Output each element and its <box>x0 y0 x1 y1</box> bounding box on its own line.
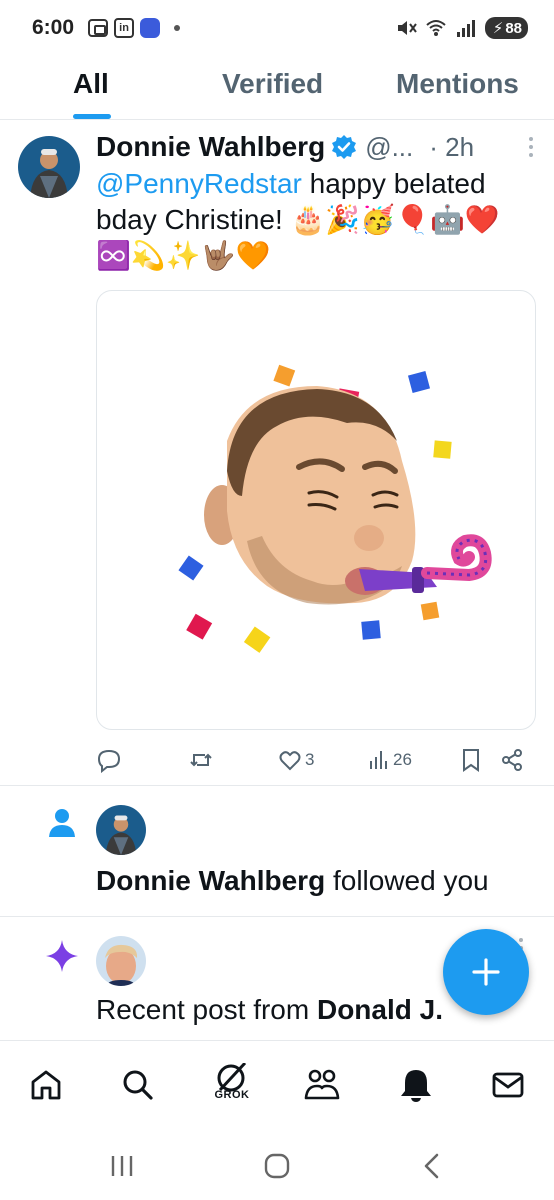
tab-verified[interactable]: Verified <box>222 68 323 100</box>
nav-messages[interactable] <box>486 1063 530 1107</box>
recent-post-prefix: Recent post from <box>96 994 317 1025</box>
plus-icon <box>472 958 500 986</box>
views-icon <box>370 751 387 769</box>
tweet-header: Donnie Wahlberg @... · 2h <box>96 130 536 164</box>
follow-text: Donnie Wahlberg followed you <box>96 865 489 897</box>
notifications-icon <box>401 1070 431 1102</box>
bookmark-button[interactable] <box>460 742 482 778</box>
compose-post-button[interactable] <box>443 929 529 1015</box>
mention-tweet[interactable]: Donnie Wahlberg @... · 2h @PennyRedstar … <box>0 120 554 786</box>
battery-indicator: ⚡ 88 <box>484 17 528 39</box>
tab-all[interactable]: All <box>73 68 109 100</box>
more-options-icon[interactable] <box>526 135 536 159</box>
views-button[interactable]: 26 <box>368 742 412 778</box>
status-time: 6:00 <box>32 16 75 39</box>
reply-icon <box>97 749 121 773</box>
bookmark-icon <box>463 749 479 772</box>
app-notification-icon <box>140 18 161 38</box>
avatar[interactable] <box>96 805 146 855</box>
active-tab-indicator <box>73 114 111 119</box>
retweet-button[interactable] <box>188 742 217 778</box>
avatar[interactable] <box>96 936 146 986</box>
battery-level: 88 <box>505 19 522 37</box>
author-handle: @... <box>365 131 414 162</box>
nav-communities[interactable] <box>300 1063 344 1107</box>
grok-label: GROK <box>214 1089 250 1101</box>
follower-name[interactable]: Donnie Wahlberg <box>96 865 325 896</box>
home-icon <box>31 1070 61 1100</box>
search-icon <box>123 1070 153 1100</box>
follow-notification[interactable]: Donnie Wahlberg followed you <box>0 787 554 917</box>
back-chevron-icon <box>424 1153 439 1179</box>
heart-icon <box>279 751 301 771</box>
back-button[interactable] <box>414 1148 450 1184</box>
recent-apps-icon <box>111 1156 133 1176</box>
author-name[interactable]: Donnie Wahlberg <box>96 131 325 163</box>
tweet-media[interactable] <box>96 290 536 730</box>
mute-icon <box>397 21 417 35</box>
linkedin-icon: in <box>114 18 135 38</box>
avatar[interactable] <box>18 136 80 198</box>
view-count: 26 <box>393 750 412 769</box>
retweet-icon <box>190 753 212 767</box>
reply-button[interactable] <box>96 742 125 778</box>
recent-post-author[interactable]: Donald J. <box>317 994 443 1025</box>
more-notifications-dot <box>174 25 181 31</box>
home-circle-icon <box>264 1153 290 1179</box>
sparkle-icon <box>46 940 78 972</box>
status-bar: 6:00 in ⚡ 88 <box>0 0 554 56</box>
notification-tabs: All Verified Mentions <box>0 60 554 120</box>
verified-badge-icon <box>332 135 357 159</box>
signal-icon <box>456 20 475 37</box>
screen-capture-icon <box>88 19 109 37</box>
like-count: 3 <box>305 750 315 769</box>
nav-home[interactable] <box>24 1063 68 1107</box>
person-icon <box>49 809 75 837</box>
mention-link[interactable]: @PennyRedstar <box>96 168 302 199</box>
system-navigation <box>0 1130 554 1200</box>
tab-mentions[interactable]: Mentions <box>396 68 519 100</box>
communities-icon <box>304 1069 340 1100</box>
recent-post-text: Recent post from Donald J. <box>96 994 443 1026</box>
tweet-text: @PennyRedstar happy belated bday Christi… <box>96 166 526 274</box>
nav-search[interactable] <box>116 1063 160 1107</box>
share-icon <box>502 749 522 771</box>
battery-bolt-icon: ⚡ <box>492 20 504 37</box>
memoji-image <box>178 364 492 653</box>
follow-action-text: followed you <box>325 865 489 896</box>
tweet-time: · 2h <box>429 131 475 162</box>
recent-apps-button[interactable] <box>104 1148 140 1184</box>
bottom-navigation: GROK <box>0 1040 554 1130</box>
messages-icon <box>492 1072 524 1098</box>
wifi-icon <box>426 20 446 36</box>
home-button[interactable] <box>259 1148 295 1184</box>
like-button[interactable]: 3 <box>278 742 314 778</box>
share-button[interactable] <box>500 742 524 778</box>
nav-notifications[interactable] <box>394 1063 438 1107</box>
tweet-actions: 3 26 <box>96 742 536 778</box>
